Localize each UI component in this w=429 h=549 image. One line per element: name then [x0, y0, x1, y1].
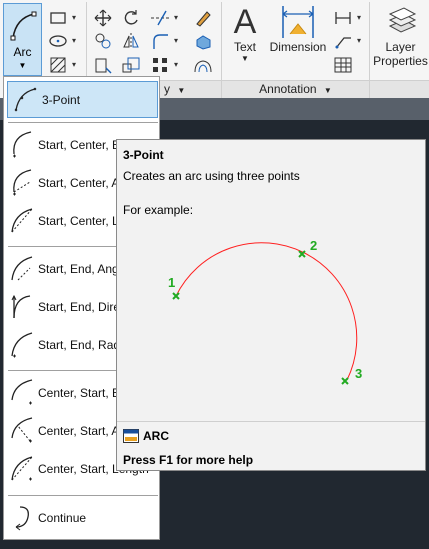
arc-start-end-direction-icon [4, 288, 38, 325]
point-label-1: 1 [168, 275, 175, 290]
tooltip-help-hint: Press F1 for more help [123, 453, 254, 467]
mirror-icon[interactable] [121, 31, 141, 51]
hatch-dropdown-icon[interactable]: ▾ [72, 60, 76, 69]
trim-dropdown-icon[interactable]: ▾ [174, 13, 178, 22]
point-label-2: 2 [310, 238, 317, 253]
tooltip-title: 3-Point [123, 148, 164, 162]
annotation-panel-title[interactable]: Annotation ▼ [222, 80, 369, 98]
rectangle-dropdown-icon[interactable]: ▾ [72, 13, 76, 22]
tooltip-3-point: 3-Point Creates an arc using three point… [116, 139, 426, 471]
arc-button-label: Arc [13, 45, 32, 59]
linear-dimension-icon[interactable] [333, 8, 353, 28]
ellipse-icon[interactable] [48, 31, 68, 51]
stretch-icon[interactable] [93, 55, 113, 75]
modify-panel-title[interactable]: y ▼ [160, 80, 221, 98]
trim-icon[interactable] [150, 8, 170, 28]
dimension-button[interactable]: Dimension [266, 4, 330, 64]
hatch-icon[interactable] [48, 55, 68, 75]
tooltip-description: Creates an arc using three points [123, 169, 300, 183]
text-button[interactable]: A Text ▼ [226, 4, 264, 70]
erase-icon[interactable] [193, 8, 213, 28]
fillet-icon[interactable] [150, 31, 170, 51]
arc-start-end-radius-icon [4, 326, 38, 363]
command-line-icon [123, 429, 139, 443]
arc-button[interactable]: Arc ▼ [3, 3, 42, 76]
arc-center-start-end-icon [4, 374, 38, 411]
layer-properties-label-line1: Layer [385, 40, 416, 54]
scale-icon[interactable] [121, 55, 141, 75]
point-label-3: 3 [355, 366, 362, 381]
leader-icon[interactable] [333, 31, 353, 51]
leader-dropdown-icon[interactable]: ▾ [357, 36, 361, 45]
text-dropdown-icon[interactable]: ▼ [226, 54, 264, 63]
layer-properties-icon [388, 7, 416, 33]
arc-start-center-end-icon [4, 126, 38, 163]
arc-3point-icon [8, 82, 42, 117]
text-icon: A [233, 3, 257, 41]
point-marker-3 [341, 377, 349, 385]
arc-start-end-angle-icon [4, 250, 38, 287]
fillet-dropdown-icon[interactable]: ▾ [174, 36, 178, 45]
layer-properties-button[interactable]: Layer Properties [372, 4, 429, 78]
arc-center-start-angle-icon [4, 412, 38, 449]
explode-icon[interactable] [193, 31, 213, 51]
array-icon[interactable] [150, 55, 170, 75]
arc-icon [10, 11, 37, 41]
demo-arc [175, 242, 358, 381]
arc-start-center-length-icon [4, 202, 38, 239]
tooltip-command: ARC [123, 429, 169, 443]
array-dropdown-icon[interactable]: ▾ [174, 60, 178, 69]
three-point-arc-illustration: 1 2 3 [168, 238, 362, 385]
point-marker-1 [172, 292, 180, 300]
table-icon[interactable] [333, 55, 353, 75]
offset-icon[interactable] [193, 55, 213, 75]
tooltip-example-label: For example: [123, 203, 194, 217]
annotation-panel-expand-icon[interactable]: ▼ [324, 86, 332, 95]
dimension-button-label: Dimension [269, 40, 327, 54]
dimension-icon [282, 6, 314, 38]
ellipse-dropdown-icon[interactable]: ▾ [72, 36, 76, 45]
arc-dropdown-caret[interactable]: ▼ [4, 61, 41, 70]
rotate-icon[interactable] [121, 8, 141, 28]
menu-item-continue[interactable]: Continue [4, 499, 159, 536]
modify-panel-expand-icon[interactable]: ▼ [177, 86, 185, 95]
arc-center-start-length-icon [4, 450, 38, 487]
layers-panel-title[interactable] [370, 80, 429, 98]
text-button-label: Text [233, 40, 256, 54]
arc-continue-icon [4, 499, 38, 536]
layer-properties-label-line2: Properties [373, 54, 428, 68]
menu-item-3-point[interactable]: 3-Point [7, 81, 158, 118]
arc-start-center-angle-icon [4, 164, 38, 201]
move-icon[interactable] [93, 8, 113, 28]
linear-dimension-dropdown-icon[interactable]: ▾ [357, 13, 361, 22]
copy-icon[interactable] [93, 31, 113, 51]
rectangle-icon[interactable] [48, 8, 68, 28]
